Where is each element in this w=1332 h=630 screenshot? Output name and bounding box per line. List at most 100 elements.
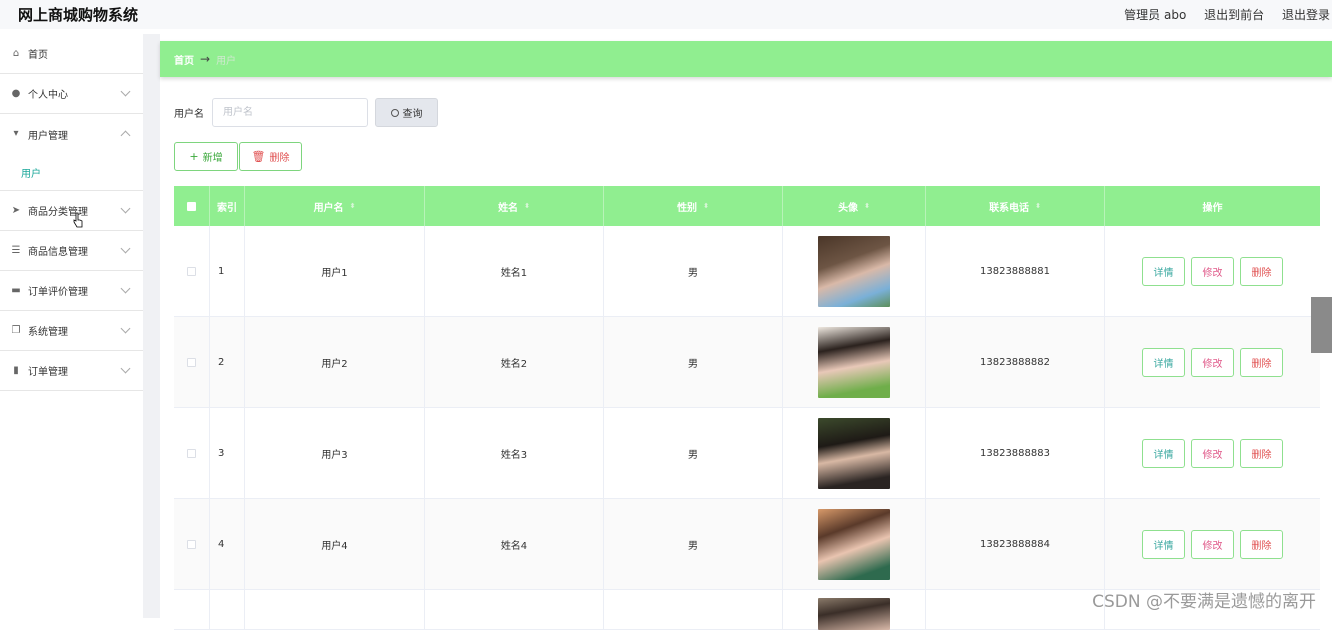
chevron-down-icon [120,363,131,374]
delete-button[interactable]: 删除 [1240,438,1283,468]
delete-button[interactable]: 删除 [1240,347,1283,377]
cell-index: 1 [210,226,245,316]
cell-username [245,590,425,630]
edit-button[interactable]: 修改 [1191,529,1234,559]
table-header: 索引 用户名 ⬍ 姓名 ⬍ 性别 ⬍ 头像 ⬍ 联系电话 ⬍ 操作 [174,186,1320,226]
content-gutter [143,34,160,618]
cell-sex: 男 [604,226,783,316]
search-label: 用户名 [174,109,204,120]
cell-index: 4 [210,499,245,589]
sidebar-item-category-management[interactable]: ➤ 商品分类管理 [0,191,143,231]
delete-button[interactable]: 删除 [1240,256,1283,286]
table-row: 3 用户3 姓名3 男 13823888883 详情 修改 删除 [174,408,1320,499]
breadcrumb-current: 用户 [216,55,237,67]
sidebar-item-product-management[interactable]: ☰ 商品信息管理 [0,231,143,271]
detail-button[interactable]: 详情 [1142,347,1185,377]
edit-button[interactable]: 修改 [1191,256,1234,286]
action-row: + 新增 🗑 删除 [174,142,302,171]
cell-sex: 男 [604,317,783,407]
search-row: 用户名 查询 [174,98,438,127]
sidebar-item-label: 个人中心 [28,90,68,101]
cell-avatar [783,317,926,407]
query-button[interactable]: 查询 [375,98,438,127]
delete-button[interactable]: 删除 [1240,529,1283,559]
row-checkbox[interactable] [187,539,196,549]
edit-button[interactable]: 修改 [1191,438,1234,468]
breadcrumb-home[interactable]: 首页 [174,52,194,67]
header-sex[interactable]: 性别 ⬍ [604,186,783,226]
search-input[interactable] [212,98,368,127]
sidebar-item-order-management[interactable]: ▮ 订单管理 [0,351,143,391]
chevron-down-icon [120,243,131,254]
chart-icon: ▮ [13,364,19,376]
sidebar-item-home[interactable]: ⌂ 首页 [0,34,143,74]
paper-plane-icon: ➤ [11,204,21,216]
sort-icon: ⬍ [524,202,530,210]
sidebar: ⌂ 首页 ● 个人中心 ▾ 用户管理 用户 ➤ 商品分类管理 ☰ 商品信息管理 … [0,34,143,618]
sort-icon: ⬍ [864,202,870,210]
admin-label: 管理员 abo [1124,8,1187,22]
row-checkbox[interactable] [187,357,196,367]
row-checkbox[interactable] [187,448,196,458]
sidebar-item-user-management[interactable]: ▾ 用户管理 [0,114,143,154]
chevron-down-icon [120,203,131,214]
breadcrumb: 首页 → 用户 [160,41,1332,77]
cell-sex [604,590,783,630]
header-index: 索引 [210,186,245,226]
cell-username: 用户2 [245,317,425,407]
cell-sex: 男 [604,408,783,498]
pointer-cursor-icon [73,212,83,228]
cell-phone: 13823888882 [926,317,1105,407]
sidebar-item-label: 商品信息管理 [28,247,88,258]
top-links: 管理员 abo 退出到前台 退出登录 [1110,6,1330,23]
cell-name: 姓名1 [425,226,604,316]
user-manage-icon: ▾ [13,128,19,139]
sort-icon: ⬍ [1035,202,1041,210]
logout-link[interactable]: 退出登录 [1282,8,1330,22]
batch-delete-button[interactable]: 🗑 删除 [239,142,302,171]
avatar [818,598,890,630]
cell-index [210,590,245,630]
cell-avatar [783,226,926,316]
cell-phone [926,590,1105,630]
header-operations: 操作 [1105,186,1320,226]
search-icon [390,108,399,117]
cell-avatar [783,590,926,630]
header-label: 索引 [217,202,237,214]
cell-username: 用户3 [245,408,425,498]
header-label: 用户名 [313,202,344,214]
sidebar-item-review-management[interactable]: ▬ 订单评价管理 [0,271,143,311]
header-username[interactable]: 用户名 ⬍ [245,186,425,226]
sidebar-item-personal-center[interactable]: ● 个人中心 [0,74,143,114]
table-row: 2 用户2 姓名2 男 13823888882 详情 修改 删除 [174,317,1320,408]
avatar [818,508,890,580]
add-button-label: 新增 [202,153,223,164]
edit-button[interactable]: 修改 [1191,347,1234,377]
cell-avatar [783,499,926,589]
header-label: 姓名 [498,202,519,214]
row-checkbox[interactable] [187,266,196,276]
cell-phone: 13823888883 [926,408,1105,498]
row-checkbox-cell [174,226,210,316]
avatar [818,235,890,307]
header-phone[interactable]: 联系电话 ⬍ [926,186,1105,226]
add-button[interactable]: + 新增 [174,142,238,171]
cell-operations: 详情 修改 删除 [1105,408,1320,498]
detail-button[interactable]: 详情 [1142,438,1185,468]
table-row: 1 用户1 姓名1 男 13823888881 详情 修改 删除 [174,226,1320,317]
top-bar: 网上商城购物系统 管理员 abo 退出到前台 退出登录 [0,0,1332,29]
sidebar-subitem-users[interactable]: 用户 [0,154,143,191]
detail-button[interactable]: 详情 [1142,256,1185,286]
sidebar-item-system-management[interactable]: ❐ 系统管理 [0,311,143,351]
chevron-down-icon [120,283,131,294]
scrollbar-thumb[interactable] [1311,297,1332,353]
select-all-checkbox[interactable] [187,201,196,211]
header-avatar[interactable]: 头像 ⬍ [783,186,926,226]
row-checkbox-cell [174,317,210,407]
back-to-front-link[interactable]: 退出到前台 [1204,8,1264,22]
detail-button[interactable]: 详情 [1142,529,1185,559]
header-name[interactable]: 姓名 ⬍ [425,186,604,226]
table-row: 4 用户4 姓名4 男 13823888884 详情 修改 删除 [174,499,1320,590]
cell-sex: 男 [604,499,783,589]
home-icon: ⌂ [12,47,20,59]
